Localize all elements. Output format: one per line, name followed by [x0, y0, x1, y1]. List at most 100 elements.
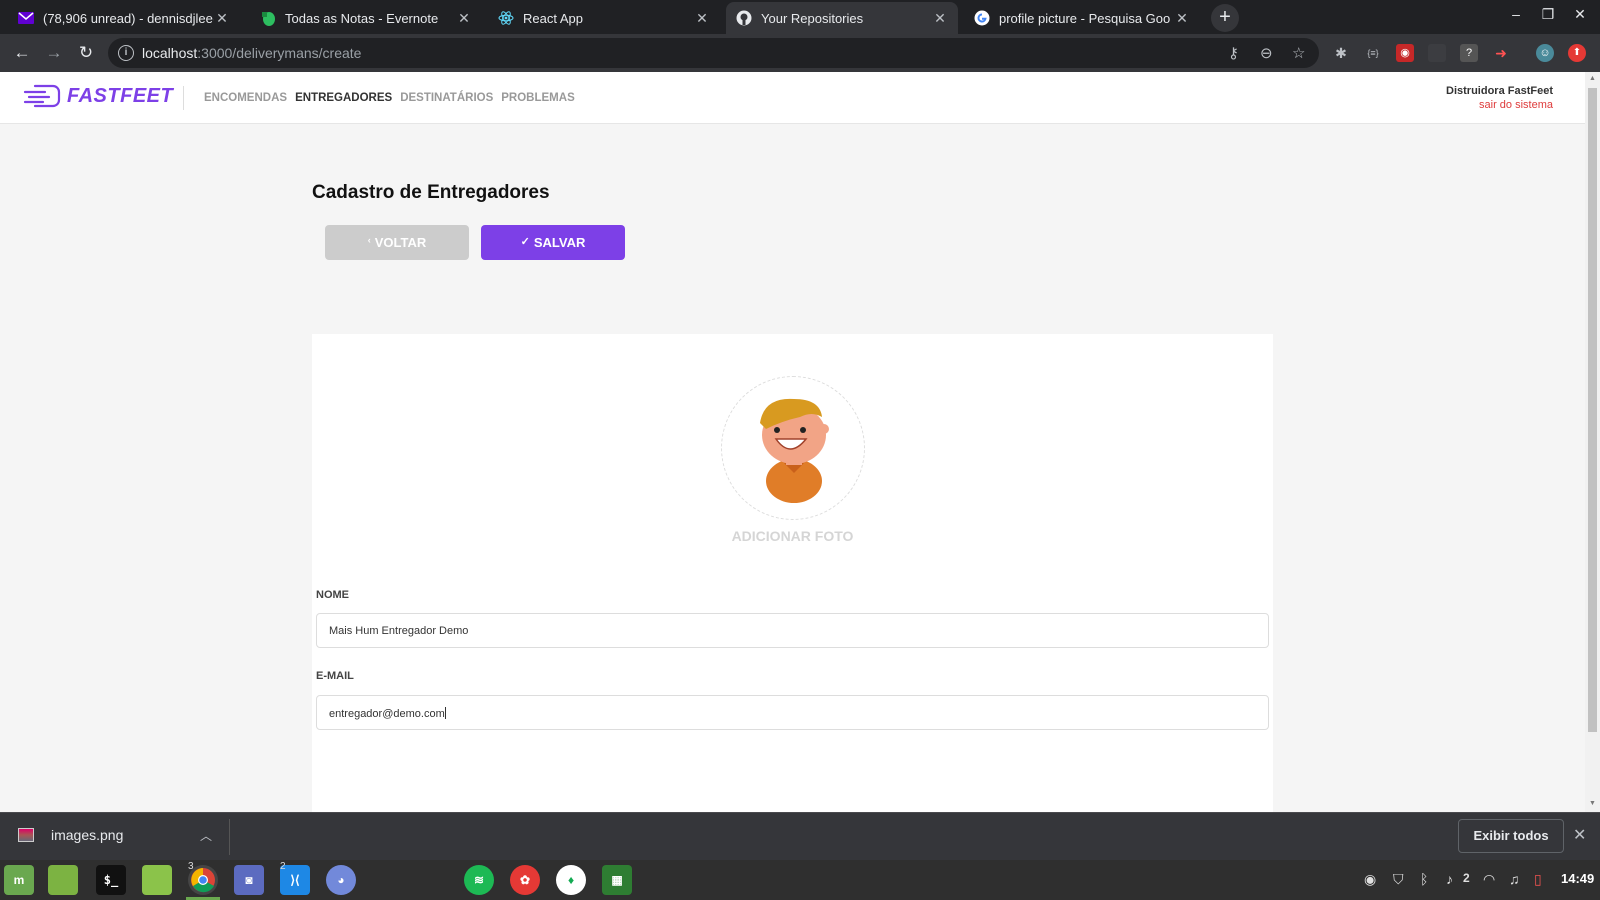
- close-tab-icon[interactable]: ✕: [1174, 10, 1190, 27]
- notification-bell-icon[interactable]: ♪: [1446, 871, 1453, 887]
- redis-app-icon[interactable]: ✿: [510, 865, 540, 895]
- browser-tab-react-app[interactable]: React App ✕: [488, 2, 720, 34]
- show-all-downloads-button[interactable]: Exibir todos: [1458, 819, 1564, 853]
- profile-avatar-icon[interactable]: ☺: [1536, 44, 1554, 62]
- menu-mint-icon[interactable]: m: [4, 865, 34, 895]
- close-tab-icon[interactable]: ✕: [214, 10, 230, 27]
- name-label: NOME: [316, 589, 349, 601]
- scroll-up-icon[interactable]: ▲: [1585, 75, 1600, 82]
- page-viewport: FASTFEET ENCOMENDAS ENTREGADORES DESTINA…: [0, 72, 1600, 812]
- browser-tab-evernote[interactable]: Todas as Notas - Evernote ✕: [250, 2, 482, 34]
- browser-tab-github[interactable]: Your Repositories ✕: [726, 2, 958, 34]
- url-text[interactable]: localhost:3000/deliverymans/create: [142, 45, 361, 61]
- close-tab-icon[interactable]: ✕: [456, 10, 472, 27]
- nav-item-problemas[interactable]: PROBLEMAS: [501, 92, 574, 104]
- email-label: E-MAIL: [316, 670, 354, 682]
- chevron-left-icon: ‹: [367, 234, 371, 245]
- nav-item-destinatarios[interactable]: DESTINATÁRIOS: [400, 92, 493, 104]
- battery-icon[interactable]: ▯: [1534, 871, 1542, 888]
- extension-blank-icon[interactable]: [1428, 44, 1446, 62]
- image-file-icon: [18, 828, 34, 842]
- email-field[interactable]: entregador@demo.com: [316, 695, 1269, 730]
- back-button[interactable]: ‹ VOLTAR: [325, 225, 469, 260]
- back-arrow-icon[interactable]: ←: [11, 42, 33, 64]
- extension-arrow-icon[interactable]: ➜: [1492, 44, 1510, 62]
- close-window-icon[interactable]: ✕: [1570, 6, 1590, 23]
- shield-tray-icon[interactable]: ⛉: [1393, 871, 1404, 888]
- user-name: Distruidora FastFeet: [1446, 85, 1553, 97]
- json-extension-icon[interactable]: {≡}: [1364, 44, 1382, 62]
- scroll-down-icon[interactable]: ▼: [1585, 800, 1600, 807]
- nav-item-entregadores[interactable]: ENTREGADORES: [295, 92, 392, 104]
- os-taskbar: m $_ 3 ◙ ⟩⟨ 2 ◕ ≋ ✿ ♦ ▦ ◉ ⛉ ᛒ ♪ 2 ◠ ♫ ▯ …: [0, 860, 1600, 900]
- form-card: ADICIONAR FOTO NOME Mais Hum Entregador …: [312, 334, 1273, 812]
- save-button[interactable]: ✓ SALVAR: [481, 225, 625, 260]
- evernote-icon: [260, 10, 276, 26]
- chrome-tray-icon[interactable]: ◉: [1364, 871, 1376, 888]
- back-button-label: VOLTAR: [374, 235, 427, 250]
- scrollbar-thumb[interactable]: [1588, 88, 1597, 732]
- browser-tab-gmail[interactable]: (78,906 unread) - dennisdjlee@ ✕: [8, 2, 240, 34]
- close-tab-icon[interactable]: ✕: [694, 10, 710, 27]
- browser-tab-strip: (78,906 unread) - dennisdjlee@ ✕ Todas a…: [0, 0, 1600, 34]
- restore-icon[interactable]: ❐: [1538, 6, 1558, 23]
- add-photo-label[interactable]: ADICIONAR FOTO: [312, 528, 1273, 544]
- browser-tab-google[interactable]: profile picture - Pesquisa Goo ✕: [964, 2, 1200, 34]
- terminal-icon[interactable]: $_: [96, 865, 126, 895]
- fastfeet-logo[interactable]: FASTFEET: [23, 82, 173, 110]
- discord-icon[interactable]: ◕: [326, 865, 356, 895]
- reload-icon[interactable]: ↻: [75, 42, 97, 64]
- truck-logo-icon: [23, 84, 61, 108]
- vscode-window-count: 2: [280, 861, 286, 872]
- nav-item-encomendas[interactable]: ENCOMENDAS: [204, 92, 287, 104]
- spotify-icon[interactable]: ≋: [464, 865, 494, 895]
- logout-link[interactable]: sair do sistema: [1446, 99, 1553, 111]
- new-tab-button[interactable]: +: [1211, 4, 1239, 32]
- address-bar[interactable]: i localhost:3000/deliverymans/create ⚷ ⊖…: [108, 38, 1319, 68]
- spreadsheet-icon[interactable]: ▦: [602, 865, 632, 895]
- wifi-icon[interactable]: ◠: [1483, 871, 1495, 888]
- update-icon[interactable]: ⬆: [1568, 44, 1586, 62]
- screenshot-camera-icon[interactable]: ◙: [234, 865, 264, 895]
- user-info: Distruidora FastFeet sair do sistema: [1446, 85, 1553, 111]
- google-icon: [974, 10, 990, 26]
- download-file-name: images.png: [51, 827, 124, 843]
- email-value: entregador@demo.com: [329, 708, 445, 720]
- browser-toolbar: ← → ↻ i localhost:3000/deliverymans/crea…: [0, 34, 1600, 72]
- text-caret: [444, 707, 446, 719]
- app-header: FASTFEET ENCOMENDAS ENTREGADORES DESTINA…: [0, 72, 1585, 124]
- main-nav: ENCOMENDAS ENTREGADORES DESTINATÁRIOS PR…: [204, 92, 575, 104]
- name-value: Mais Hum Entregador Demo: [329, 625, 469, 637]
- mongodb-icon[interactable]: ♦: [556, 865, 586, 895]
- page-scrollbar[interactable]: ▲ ▼: [1585, 72, 1600, 812]
- show-desktop-icon[interactable]: [48, 865, 78, 895]
- bookmark-star-icon[interactable]: ☆: [1292, 44, 1305, 62]
- name-field[interactable]: Mais Hum Entregador Demo: [316, 613, 1269, 648]
- header-divider: [183, 86, 184, 110]
- check-icon: ✓: [520, 235, 530, 248]
- bluetooth-icon[interactable]: ᛒ: [1420, 871, 1428, 887]
- github-icon: [736, 10, 752, 26]
- chrome-window-count: 3: [188, 861, 194, 872]
- download-bar: images.png ︿ Exibir todos ✕: [0, 812, 1600, 860]
- extensions-puzzle-icon[interactable]: ✱: [1332, 44, 1350, 62]
- files-folder-icon[interactable]: [142, 865, 172, 895]
- avatar-upload[interactable]: [721, 376, 865, 520]
- extension-help-icon[interactable]: ?: [1460, 44, 1478, 62]
- chevron-up-icon[interactable]: ︿: [200, 827, 212, 844]
- react-icon: [498, 10, 514, 26]
- close-tab-icon[interactable]: ✕: [932, 10, 948, 27]
- download-item[interactable]: images.png: [18, 827, 123, 843]
- logo-text: FASTFEET: [67, 84, 174, 107]
- notification-count: 2: [1463, 871, 1470, 885]
- save-button-label: SALVAR: [533, 235, 586, 250]
- music-note-icon[interactable]: ♫: [1509, 871, 1520, 887]
- minimize-icon[interactable]: –: [1506, 6, 1526, 22]
- key-icon[interactable]: ⚷: [1228, 44, 1239, 62]
- forward-arrow-icon[interactable]: →: [43, 42, 65, 64]
- extension-red-icon[interactable]: ◉: [1396, 44, 1414, 62]
- zoom-icon[interactable]: ⊖: [1260, 44, 1273, 62]
- close-download-bar-icon[interactable]: ✕: [1573, 825, 1586, 845]
- info-icon[interactable]: i: [118, 45, 134, 61]
- mail-icon: [18, 10, 34, 26]
